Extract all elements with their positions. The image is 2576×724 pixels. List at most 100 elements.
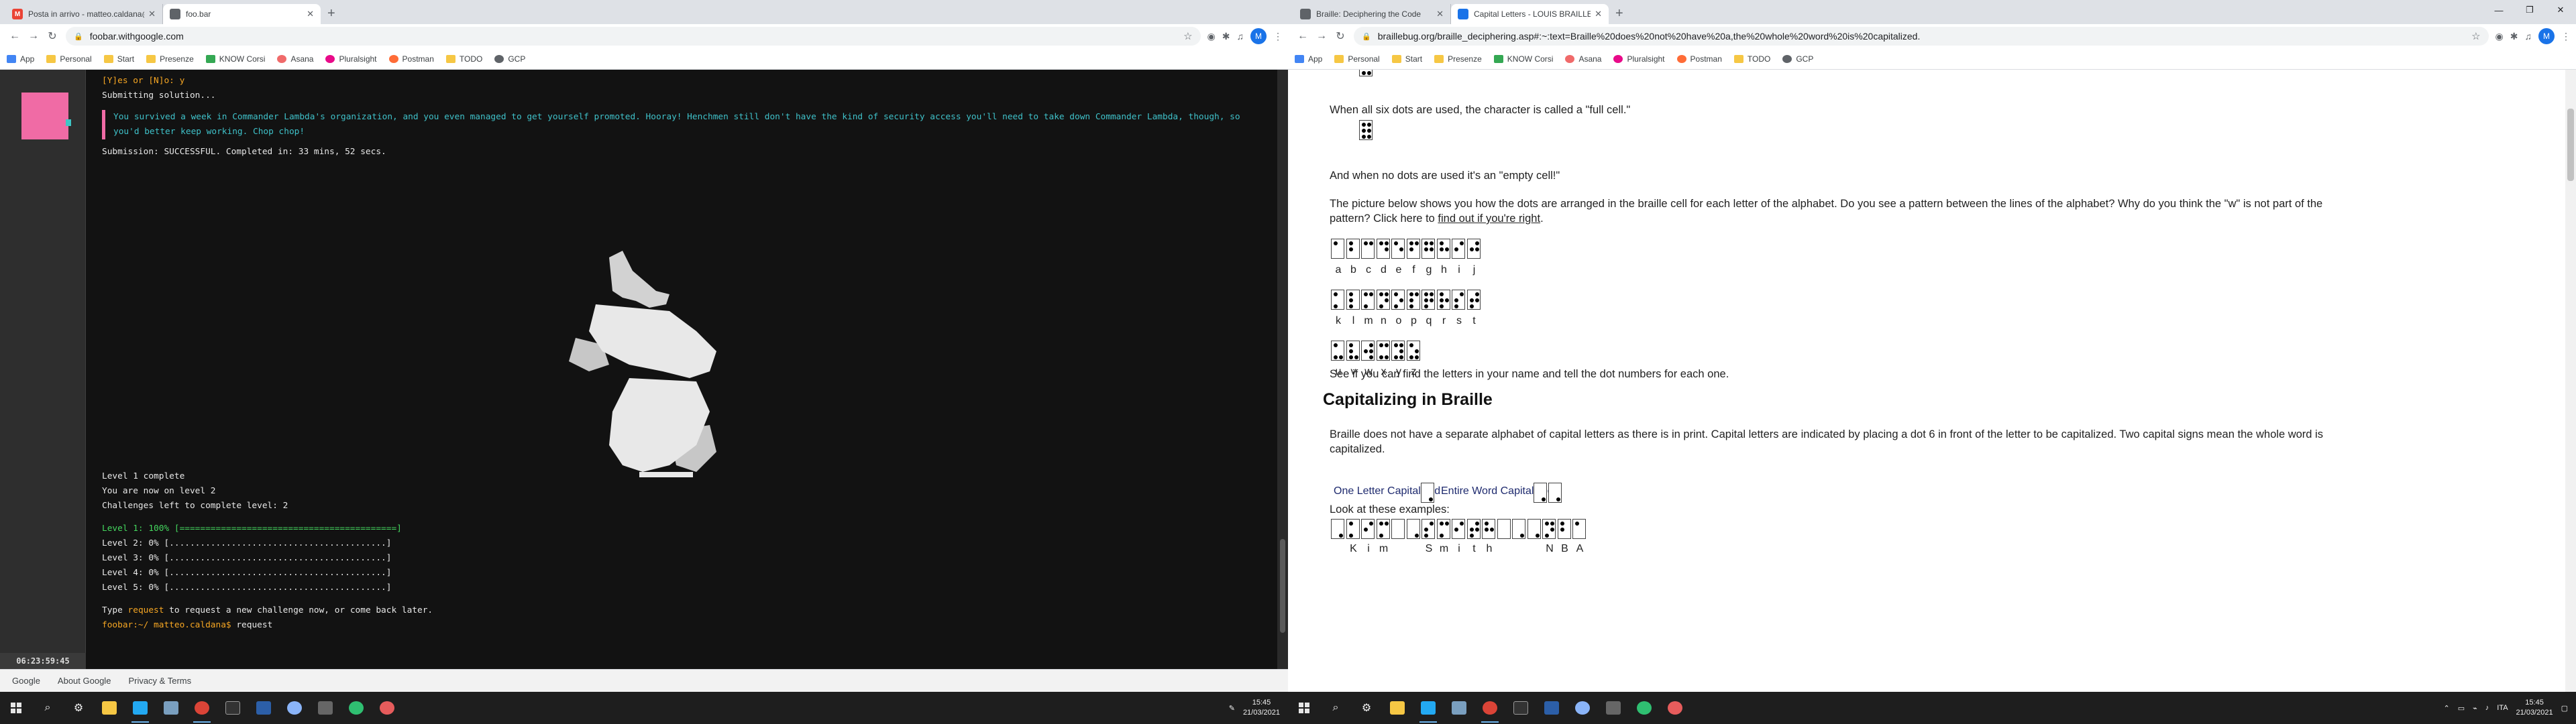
tab-gmail[interactable]: M Posta in arrivo - matteo.caldana@ ✕ bbox=[5, 4, 163, 24]
tab-foobar[interactable]: foo.bar ✕ bbox=[163, 4, 321, 24]
media-icon[interactable]: ♫ bbox=[2525, 31, 2532, 42]
app-icon[interactable] bbox=[1567, 692, 1598, 724]
bookmark-asana[interactable]: Asana bbox=[277, 54, 313, 64]
pen-icon[interactable]: ✎ bbox=[1229, 704, 1235, 713]
extension-icon[interactable]: ◉ bbox=[1208, 31, 1216, 42]
battery-icon[interactable]: ▭ bbox=[2458, 704, 2465, 713]
bookmark-apps[interactable]: App bbox=[7, 54, 34, 64]
forward-icon[interactable]: → bbox=[1312, 30, 1331, 42]
chrome-icon[interactable] bbox=[1474, 692, 1505, 724]
network-icon[interactable]: ⌁ bbox=[2473, 704, 2477, 713]
vscode-icon[interactable] bbox=[125, 692, 156, 724]
bookmark-personal[interactable]: Personal bbox=[46, 54, 92, 64]
minimize-icon[interactable]: — bbox=[2483, 0, 2514, 20]
app-icon[interactable] bbox=[310, 692, 341, 724]
app-icon[interactable] bbox=[1444, 692, 1474, 724]
settings-icon[interactable]: ⚙ bbox=[63, 692, 94, 724]
close-icon[interactable]: ✕ bbox=[148, 9, 156, 19]
bookmark-asana[interactable]: Asana bbox=[1565, 54, 1601, 64]
reload-icon[interactable]: ↻ bbox=[43, 29, 62, 43]
puzzle-icon[interactable]: ✱ bbox=[2510, 31, 2518, 42]
powershell-icon[interactable] bbox=[1536, 692, 1567, 724]
bookmark-star-icon[interactable]: ☆ bbox=[1183, 30, 1192, 42]
close-icon[interactable]: ✕ bbox=[1595, 9, 1602, 19]
new-tab-button[interactable]: + bbox=[1609, 6, 1630, 24]
bookmark-pluralsight[interactable]: Pluralsight bbox=[1613, 54, 1665, 64]
terminal-icon[interactable] bbox=[217, 692, 248, 724]
language-indicator[interactable]: ITA bbox=[2497, 704, 2508, 712]
new-tab-button[interactable]: + bbox=[321, 6, 342, 24]
close-icon[interactable]: ✕ bbox=[307, 9, 314, 19]
page-scrollbar[interactable] bbox=[2565, 70, 2576, 692]
tab-braille-deciphering[interactable]: Braille: Deciphering the Code ✕ bbox=[1293, 4, 1451, 24]
search-icon[interactable]: ⌕ bbox=[32, 692, 63, 724]
bookmark-presenze[interactable]: Presenze bbox=[146, 54, 194, 64]
puzzle-icon[interactable]: ✱ bbox=[1222, 31, 1230, 42]
tab-capital-letters[interactable]: Capital Letters - LOUIS BRAILLE ✕ bbox=[1451, 4, 1609, 24]
powershell-icon[interactable] bbox=[248, 692, 279, 724]
bookmark-start[interactable]: Start bbox=[1391, 54, 1422, 64]
file-explorer-icon[interactable] bbox=[94, 692, 125, 724]
file-explorer-icon[interactable] bbox=[1382, 692, 1413, 724]
volume-icon[interactable]: ♪ bbox=[2485, 704, 2489, 712]
bookmark-pluralsight[interactable]: Pluralsight bbox=[325, 54, 377, 64]
start-button[interactable] bbox=[0, 692, 32, 724]
bookmark-start[interactable]: Start bbox=[103, 54, 134, 64]
bookmark-gcp[interactable]: GCP bbox=[494, 54, 525, 64]
bookmark-know-corsi[interactable]: KNOW Corsi bbox=[1493, 54, 1553, 64]
reload-icon[interactable]: ↻ bbox=[1331, 29, 1350, 43]
close-icon[interactable]: ✕ bbox=[1436, 9, 1444, 19]
profile-avatar[interactable]: M bbox=[2538, 28, 2555, 44]
footer-link-privacy[interactable]: Privacy & Terms bbox=[128, 676, 191, 686]
app-icon[interactable] bbox=[156, 692, 186, 724]
footer-link-about[interactable]: About Google bbox=[58, 676, 111, 686]
forward-icon[interactable]: → bbox=[24, 30, 43, 42]
bookmark-todo[interactable]: TODO bbox=[445, 54, 482, 64]
chevron-up-icon[interactable]: ⌃ bbox=[2443, 704, 2449, 713]
bookmark-postman[interactable]: Postman bbox=[1676, 54, 1722, 64]
chrome-icon[interactable] bbox=[186, 692, 217, 724]
terminal-scrollbar[interactable] bbox=[1277, 70, 1288, 669]
app-icon[interactable] bbox=[341, 692, 372, 724]
bookmark-personal[interactable]: Personal bbox=[1334, 54, 1380, 64]
app-icon[interactable] bbox=[1598, 692, 1629, 724]
bookmark-know-corsi[interactable]: KNOW Corsi bbox=[205, 54, 265, 64]
vscode-icon[interactable] bbox=[1413, 692, 1444, 724]
bookmark-presenze[interactable]: Presenze bbox=[1434, 54, 1482, 64]
back-icon[interactable]: ← bbox=[1293, 30, 1312, 42]
bookmark-gcp[interactable]: GCP bbox=[1782, 54, 1813, 64]
bookmark-todo[interactable]: TODO bbox=[1733, 54, 1770, 64]
clock[interactable]: 15:45 21/03/2021 bbox=[1243, 698, 1280, 718]
scroll-thumb[interactable] bbox=[1280, 539, 1285, 633]
app-icon[interactable] bbox=[1629, 692, 1660, 724]
close-window-icon[interactable]: ✕ bbox=[2545, 0, 2576, 20]
bookmark-star-icon[interactable]: ☆ bbox=[2471, 30, 2480, 42]
notifications-icon[interactable]: ▢ bbox=[2561, 704, 2568, 713]
profile-avatar[interactable]: M bbox=[1250, 28, 1267, 44]
scroll-thumb[interactable] bbox=[2567, 109, 2574, 181]
settings-icon[interactable]: ⚙ bbox=[1351, 692, 1382, 724]
app-icon[interactable] bbox=[279, 692, 310, 724]
media-icon[interactable]: ♫ bbox=[1237, 31, 1244, 42]
menu-icon[interactable]: ⋮ bbox=[2561, 31, 2571, 42]
menu-icon[interactable]: ⋮ bbox=[1273, 31, 1283, 42]
command-line[interactable]: foobar:~/ matteo.caldana$ request bbox=[102, 618, 433, 633]
bookmark-apps[interactable]: App bbox=[1295, 54, 1322, 64]
find-out-link[interactable]: find out if you're right bbox=[1438, 213, 1540, 225]
app-icon[interactable] bbox=[372, 692, 402, 724]
bookmark-postman[interactable]: Postman bbox=[388, 54, 434, 64]
search-icon[interactable]: ⌕ bbox=[1320, 692, 1351, 724]
braille-dot bbox=[1348, 343, 1353, 347]
address-bar[interactable]: 🔒 braillebug.org/braille_deciphering.asp… bbox=[1354, 27, 2489, 46]
maximize-icon[interactable]: ❐ bbox=[2514, 0, 2545, 20]
terminal-icon[interactable] bbox=[1505, 692, 1536, 724]
start-button[interactable] bbox=[1288, 692, 1320, 724]
extension-icon[interactable]: ◉ bbox=[2496, 31, 2504, 42]
terminal[interactable]: [Y]es or [N]o: y Submitting solution... … bbox=[86, 70, 1277, 669]
clock[interactable]: 15:45 21/03/2021 bbox=[2516, 698, 2553, 718]
app-icon[interactable] bbox=[1660, 692, 1690, 724]
address-bar[interactable]: 🔒 foobar.withgoogle.com ☆ bbox=[66, 27, 1201, 46]
command-input[interactable]: request bbox=[236, 620, 272, 630]
footer-link-google[interactable]: Google bbox=[12, 676, 40, 686]
back-icon[interactable]: ← bbox=[5, 30, 24, 42]
